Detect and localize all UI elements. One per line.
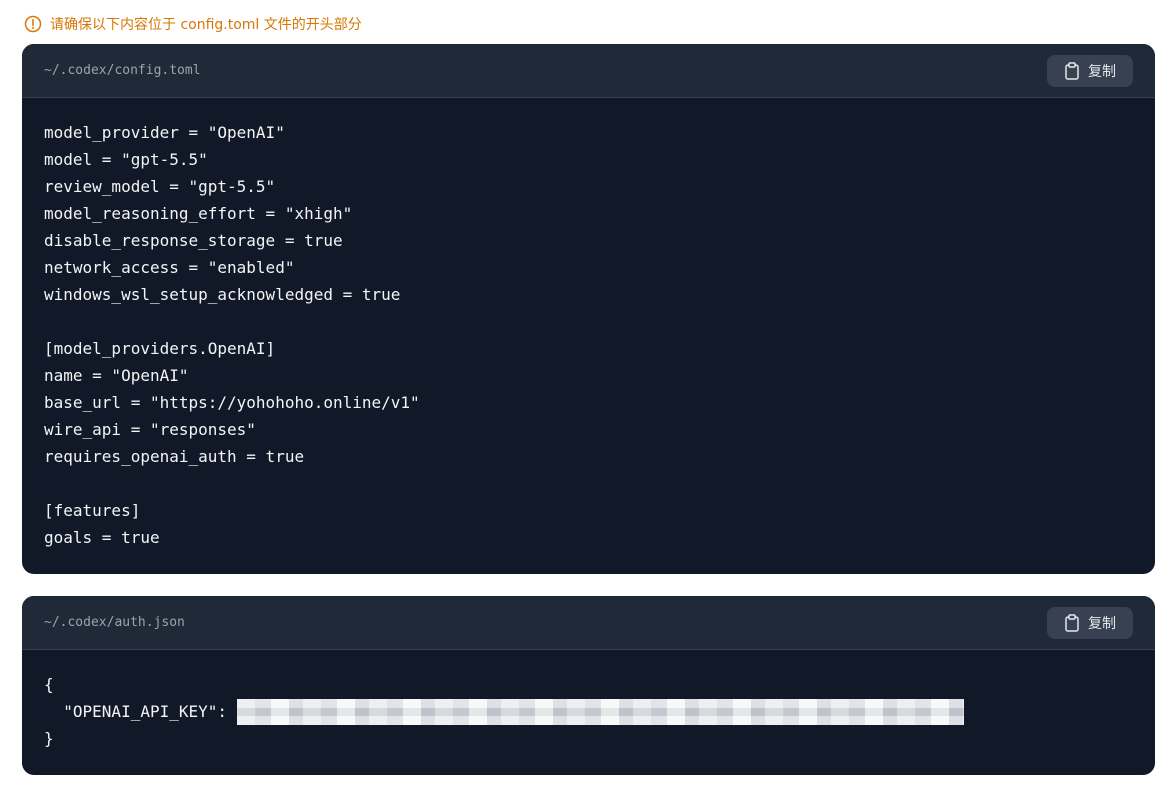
code-line: name = "OpenAI" — [44, 366, 189, 385]
copy-button-label: 复制 — [1088, 63, 1116, 80]
code-line: [features] — [44, 501, 141, 520]
code-content: { "OPENAI_API_KEY": } — [22, 650, 1155, 752]
notice-banner: 请确保以下内容位于 config.toml 文件的开头部分 — [24, 13, 362, 35]
info-circle-icon — [24, 15, 42, 33]
auth-json-code-block: ~/.codex/auth.json 复制 { "OPENAI_API_KEY"… — [22, 596, 1155, 775]
clipboard-icon — [1064, 613, 1080, 632]
file-path: ~/.codex/config.toml — [44, 63, 201, 78]
code-line: { — [44, 675, 54, 694]
notice-text: 请确保以下内容位于 config.toml 文件的开头部分 — [50, 17, 362, 33]
config-toml-code-block: ~/.codex/config.toml 复制 model_provider =… — [22, 44, 1155, 574]
code-content: model_provider = "OpenAI" model = "gpt-5.… — [22, 98, 1155, 551]
code-line: network_access = "enabled" — [44, 258, 295, 277]
api-key-label: "OPENAI_API_KEY": — [44, 702, 237, 721]
code-line-api-key: "OPENAI_API_KEY": — [44, 698, 1133, 725]
code-line: wire_api = "responses" — [44, 420, 256, 439]
code-line: } — [44, 729, 54, 748]
code-line: [model_providers.OpenAI] — [44, 339, 276, 358]
code-line: model = "gpt-5.5" — [44, 150, 208, 169]
code-line: requires_openai_auth = true — [44, 447, 305, 466]
copy-button[interactable]: 复制 — [1047, 54, 1133, 87]
code-line: model_reasoning_effort = "xhigh" — [44, 204, 353, 223]
code-line: windows_wsl_setup_acknowledged = true — [44, 285, 401, 304]
redacted-api-key — [236, 698, 964, 725]
copy-button-label: 复制 — [1088, 615, 1116, 632]
code-line: base_url = "https://yohohoho.online/v1" — [44, 393, 420, 412]
code-line: disable_response_storage = true — [44, 231, 343, 250]
code-line: review_model = "gpt-5.5" — [44, 177, 276, 196]
copy-button[interactable]: 复制 — [1047, 606, 1133, 639]
code-block-header: ~/.codex/config.toml 复制 — [22, 44, 1155, 98]
code-block-header: ~/.codex/auth.json 复制 — [22, 596, 1155, 650]
code-line: goals = true — [44, 528, 160, 547]
file-path: ~/.codex/auth.json — [44, 615, 185, 630]
clipboard-icon — [1064, 61, 1080, 80]
code-line: model_provider = "OpenAI" — [44, 123, 285, 142]
